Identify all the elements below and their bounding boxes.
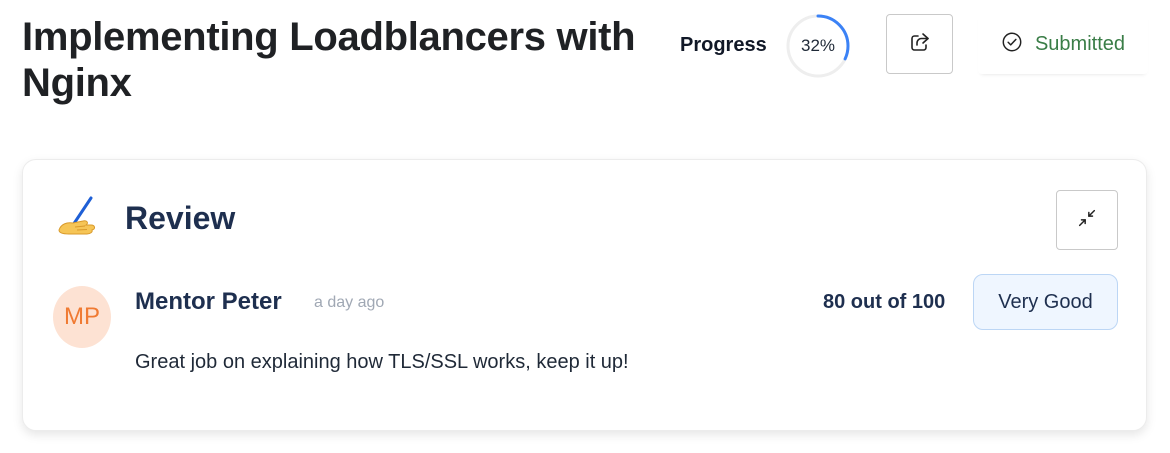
status-label: Submitted [1034,32,1126,55]
writing-hand-icon [55,194,103,242]
collapse-button[interactable] [1056,190,1118,250]
progress-ring: 32% [786,14,850,78]
progress-percent: 32% [800,36,836,55]
review-score: 80 out of 100 [823,291,946,313]
share-button[interactable] [886,14,953,74]
submission-status: Submitted [978,14,1148,74]
progress-label: Progress [680,34,767,56]
check-circle-icon [1001,31,1023,58]
page-title: Implementing Loadblancers with Nginx [22,15,636,105]
review-timestamp: a day ago [314,294,385,311]
grade-badge: Very Good [973,274,1118,330]
share-icon [908,30,932,59]
review-comment: Great job on explaining how TLS/SSL work… [135,351,629,373]
avatar: MP [53,286,111,348]
review-heading: Review [125,200,236,236]
reviewer-name: Mentor Peter [135,288,282,315]
review-card: Review MP Mentor Peter a day ago 80 out … [22,159,1147,431]
collapse-arrows-icon [1076,207,1098,234]
